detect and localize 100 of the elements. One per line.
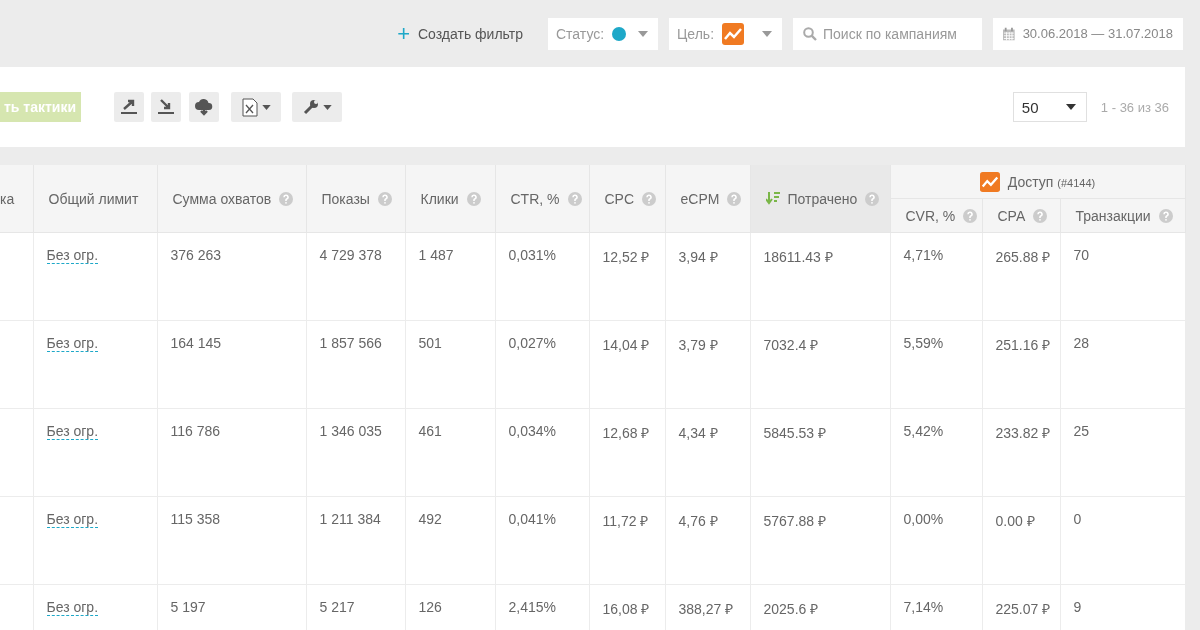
table-cell: 12,52 ₽ xyxy=(589,232,665,321)
caret-icon xyxy=(1065,104,1076,110)
search-icon xyxy=(803,26,817,41)
table-cell: 5 197 xyxy=(157,584,306,630)
help-icon[interactable] xyxy=(727,191,742,206)
table-cell: 18611.43 ₽ xyxy=(750,232,890,321)
column-header[interactable]: Клики xyxy=(405,165,495,233)
help-icon[interactable] xyxy=(377,191,392,206)
chart-logo-icon xyxy=(979,171,1000,192)
table-cell: 164 145 xyxy=(157,320,306,409)
pagination-info: 1 - 36 из 36 xyxy=(1100,99,1169,115)
table-cell: 233.82 ₽ xyxy=(982,408,1060,497)
table-cell: 5 217 xyxy=(306,584,405,630)
table-cell: 5845.53 ₽ xyxy=(750,408,890,497)
caret-icon xyxy=(261,104,271,110)
table-cell: 388,27 ₽ xyxy=(665,584,750,630)
table-cell: 0,027% xyxy=(495,320,589,409)
column-header[interactable]: Общий лимит xyxy=(33,165,157,233)
table-cell: 12,68 ₽ xyxy=(589,408,665,497)
table-cell: 251.16 ₽ xyxy=(982,320,1060,409)
help-icon[interactable] xyxy=(279,191,294,206)
table-cell: 0,031% xyxy=(495,232,589,321)
table-cell: 2025.6 ₽ xyxy=(750,584,890,630)
caret-icon xyxy=(762,30,772,37)
column-header[interactable]: Показы xyxy=(306,165,405,233)
table-cell: 25 xyxy=(1060,408,1185,497)
table-cell: 5,42% xyxy=(890,408,982,497)
cloud-download-icon xyxy=(194,98,214,116)
help-icon[interactable] xyxy=(865,191,880,206)
wrench-icon xyxy=(302,99,319,115)
table-cell: 0,00% xyxy=(890,496,982,585)
table-cell: 11,72 ₽ xyxy=(589,496,665,585)
help-icon[interactable] xyxy=(1033,208,1048,223)
column-header[interactable]: CPA xyxy=(982,198,1060,233)
column-header[interactable]: ка xyxy=(0,165,33,233)
table-cell: 1 857 566 xyxy=(306,320,405,409)
table-cell: 9 xyxy=(1060,584,1185,630)
column-header[interactable]: CTR, % xyxy=(495,165,589,233)
table-cell: 3,79 ₽ xyxy=(665,320,750,409)
limit-link[interactable]: Без огр. xyxy=(46,423,99,440)
table-cell: 4,34 ₽ xyxy=(665,408,750,497)
status-select[interactable]: Статус: xyxy=(548,17,658,50)
limit-link[interactable]: Без огр. xyxy=(46,247,99,264)
export-button[interactable] xyxy=(114,92,144,122)
table-cell: 225.07 ₽ xyxy=(982,584,1060,630)
chart-logo-icon xyxy=(722,22,745,45)
table-cell: 28 xyxy=(1060,320,1185,409)
table-cell: 461 xyxy=(405,408,495,497)
table-cell: 70 xyxy=(1060,232,1185,321)
column-header[interactable]: Транзакции xyxy=(1060,198,1185,233)
column-header[interactable]: Сумма охватов xyxy=(157,165,306,233)
help-icon[interactable] xyxy=(466,191,481,206)
sort-descending-icon[interactable] xyxy=(765,191,780,206)
table-cell: 4,71% xyxy=(890,232,982,321)
table-cell: 501 xyxy=(405,320,495,409)
table-cell: 0,041% xyxy=(495,496,589,585)
table-cell: 1 211 384 xyxy=(306,496,405,585)
table-cell: 115 358 xyxy=(157,496,306,585)
limit-link[interactable]: Без огр. xyxy=(46,335,99,352)
help-icon[interactable] xyxy=(963,208,978,223)
date-range-picker[interactable]: 30.06.2018 — 31.07.2018 xyxy=(993,17,1183,50)
table-cell: 7032.4 ₽ xyxy=(750,320,890,409)
help-icon[interactable] xyxy=(642,191,657,206)
column-header[interactable]: CPC xyxy=(589,165,665,233)
column-header[interactable]: eCPM xyxy=(665,165,750,233)
column-header[interactable]: CVR, % xyxy=(890,198,982,233)
table-cell: 376 263 xyxy=(157,232,306,321)
import-button[interactable] xyxy=(151,92,181,122)
help-icon[interactable] xyxy=(1158,208,1173,223)
table-cell: 1 346 035 xyxy=(306,408,405,497)
help-icon[interactable] xyxy=(567,191,582,206)
calendar-icon xyxy=(1003,26,1015,41)
cloud-download-button[interactable] xyxy=(189,92,219,122)
caret-icon xyxy=(322,104,332,110)
table-cell: 4 729 378 xyxy=(306,232,405,321)
table-cell: 126 xyxy=(405,584,495,630)
download-arrow-icon xyxy=(157,99,175,115)
excel-export-button[interactable] xyxy=(231,92,281,122)
column-header[interactable]: Потрачено xyxy=(750,165,890,233)
upload-arrow-icon xyxy=(120,99,138,115)
table-cell: 3,94 ₽ xyxy=(665,232,750,321)
create-filter-button[interactable]: + Создать фильтр xyxy=(397,22,523,45)
limit-link[interactable]: Без огр. xyxy=(46,511,99,528)
spreadsheet-file-icon xyxy=(241,97,258,117)
table-cell: 0 xyxy=(1060,496,1185,585)
table-cell: 4,76 ₽ xyxy=(665,496,750,585)
page-size-select[interactable]: 50 xyxy=(1012,92,1087,122)
limit-link[interactable]: Без огр. xyxy=(46,599,99,616)
table-cell: 116 786 xyxy=(157,408,306,497)
search-field[interactable]: Поиск по кампаниям xyxy=(793,17,982,50)
table-cell: 265.88 ₽ xyxy=(982,232,1060,321)
table-cell: 1 487 xyxy=(405,232,495,321)
table-cell: 0.00 ₽ xyxy=(982,496,1060,585)
goal-select[interactable]: Цель: xyxy=(669,17,782,50)
table-cell: 5,59% xyxy=(890,320,982,409)
table-cell: 5767.88 ₽ xyxy=(750,496,890,585)
settings-button[interactable] xyxy=(292,92,342,122)
table-cell: 7,14% xyxy=(890,584,982,630)
table-cell: 0,034% xyxy=(495,408,589,497)
table-cell: 492 xyxy=(405,496,495,585)
